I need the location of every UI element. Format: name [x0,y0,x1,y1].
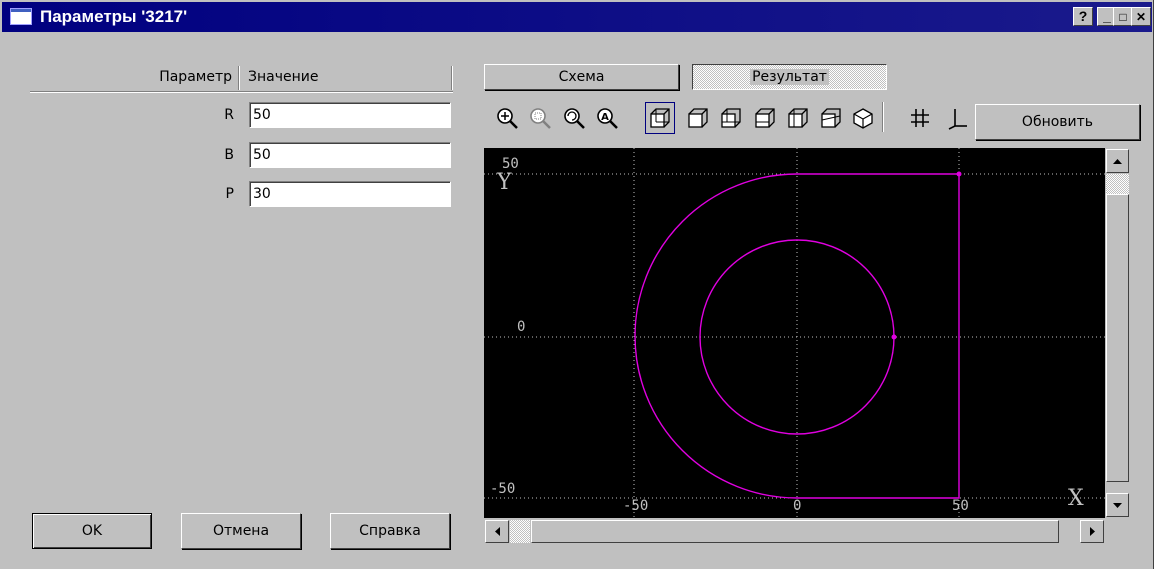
zoom-all-icon[interactable]: A [592,102,622,134]
vertical-scrollbar[interactable] [1105,148,1130,518]
arrow-right-icon [1090,527,1095,536]
scroll-up-button[interactable] [1106,149,1129,173]
param-label-p: P [225,186,234,202]
hscroll-thumb[interactable] [531,520,1059,543]
header-divider [451,66,453,90]
axes-icon[interactable] [942,102,972,134]
tab-result[interactable]: Результат [692,64,887,90]
view-iso2-icon[interactable] [716,102,746,134]
col-header-param: Параметр [159,69,232,85]
zoom-rotate-icon[interactable] [559,102,589,134]
maximize-button[interactable]: □ [1113,7,1133,26]
arrow-down-icon [1113,503,1122,508]
x-tick-neg50: -50 [623,498,649,514]
minimize-icon: _ [1103,8,1111,24]
hscroll-track[interactable] [510,520,530,543]
view-iso4-icon[interactable] [783,102,813,134]
vertex-point [956,171,962,177]
window-title: Параметры '3217' [40,7,188,26]
arrow-up-icon [1113,159,1122,164]
x-tick-50: 50 [952,498,969,514]
y-tick-neg50: -50 [490,481,516,497]
dialog-window: Параметры '3217' ? _ □ ✕ Параметр Значен… [0,0,1154,569]
close-icon: ✕ [1135,10,1147,24]
view-front-icon[interactable] [645,102,675,134]
param-label-r: R [224,107,234,123]
view-iso3-icon[interactable] [750,102,780,134]
zoom-window-icon[interactable] [525,102,555,134]
y-axis-label: Y [497,170,512,195]
param-input-r[interactable]: 50 [249,102,451,128]
arrow-left-icon [495,527,500,536]
circle-point [891,334,897,340]
param-input-b[interactable]: 50 [249,142,451,168]
plot-svg [484,148,1105,518]
plot-canvas[interactable]: 50 0 -50 -50 0 50 Y X [484,148,1105,518]
view-iso1-icon[interactable] [683,102,713,134]
scroll-left-button[interactable] [485,520,509,543]
maximize-icon: □ [1119,10,1127,24]
horizontal-scrollbar[interactable] [484,518,1105,545]
title-bar[interactable]: Параметры '3217' ? _ □ ✕ [2,2,1152,32]
x-tick-0: 0 [793,498,802,514]
param-label-b: B [224,147,234,163]
grid-icon[interactable] [905,102,935,134]
header-underline [30,91,453,93]
close-button[interactable]: ✕ [1131,7,1151,26]
scroll-right-button[interactable] [1080,520,1104,543]
help-button[interactable]: Справка [330,513,450,549]
zoom-in-icon[interactable] [492,102,522,134]
ok-button[interactable]: OK [32,513,152,549]
toolbar-separator [882,102,884,132]
svg-text:A: A [601,112,609,123]
x-axis-label: X [1068,486,1084,511]
window-icon [10,8,32,25]
cancel-button[interactable]: Отмена [181,513,301,549]
param-input-p[interactable]: 30 [249,181,451,207]
tab-schema[interactable]: Схема [484,64,679,90]
scroll-thumb[interactable] [1106,194,1129,482]
tab-result-label: Результат [750,69,829,85]
scroll-down-button[interactable] [1106,493,1129,517]
view-iso5-icon[interactable] [816,102,846,134]
view-3d-icon[interactable] [848,102,878,134]
scroll-track[interactable] [1106,174,1129,194]
y-tick-0: 0 [517,319,526,335]
help-title-button[interactable]: ? [1073,7,1093,26]
col-header-value: Значение [248,69,319,85]
header-divider [238,66,240,90]
refresh-button[interactable]: Обновить [975,104,1140,140]
